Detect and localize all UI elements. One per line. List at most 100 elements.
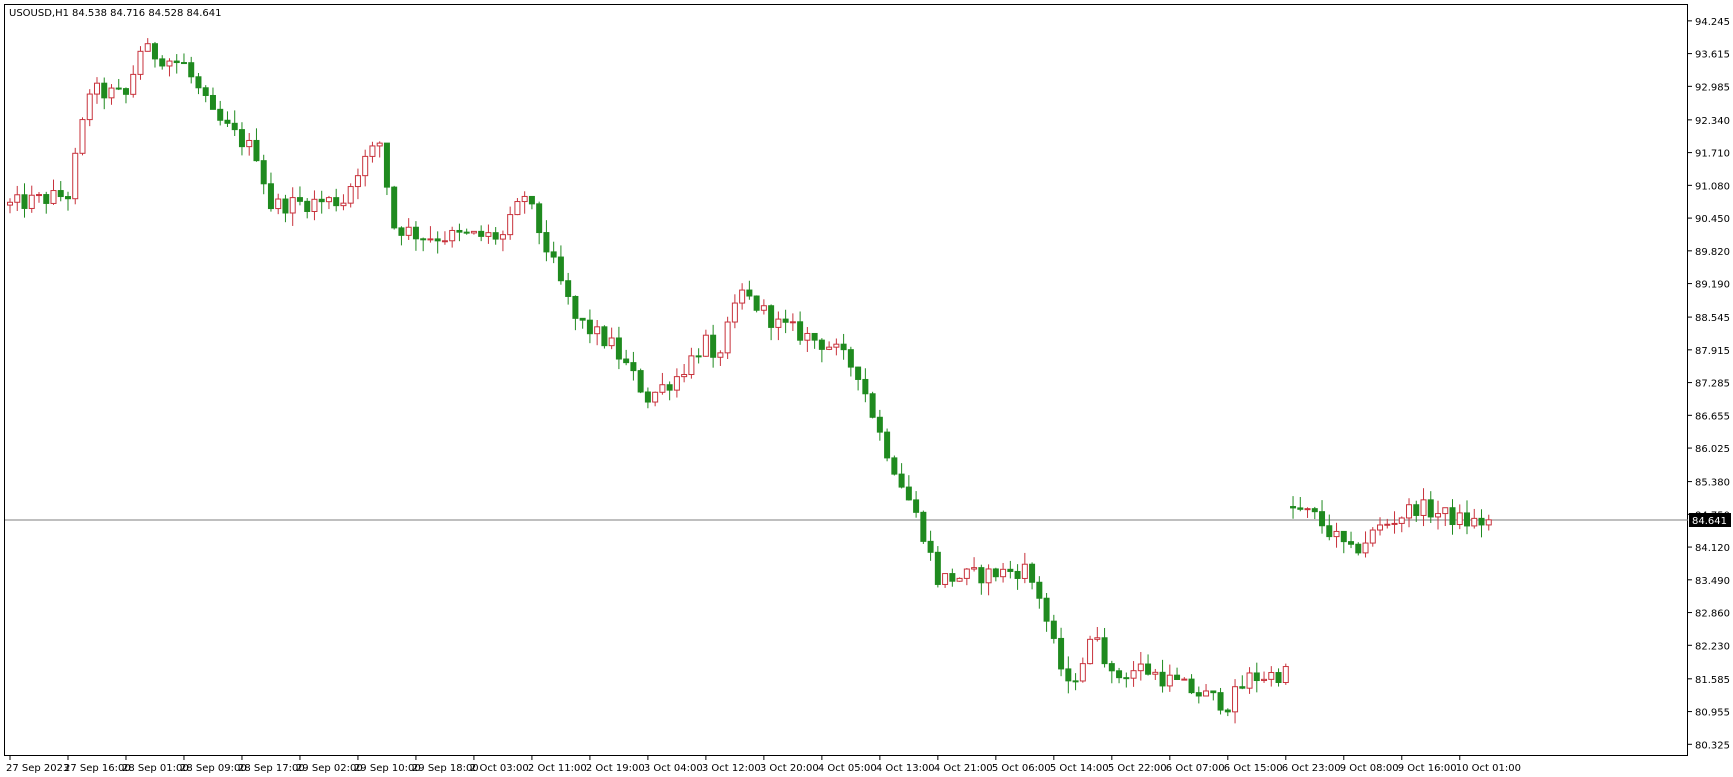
candle-body bbox=[478, 230, 485, 237]
candle-body bbox=[180, 62, 187, 65]
candle-body bbox=[1195, 692, 1202, 697]
candle-body bbox=[1058, 637, 1065, 670]
candle-body bbox=[782, 318, 789, 323]
candle-body bbox=[28, 194, 35, 209]
time-tick-label: 2 Oct 03:00 bbox=[470, 763, 529, 774]
candle-body bbox=[1021, 563, 1028, 579]
candle bbox=[869, 391, 876, 419]
candle-body bbox=[811, 332, 818, 341]
candle bbox=[1282, 663, 1289, 685]
candle-body bbox=[507, 214, 514, 236]
candle-body bbox=[202, 87, 209, 96]
time-tick-label: 4 Oct 13:00 bbox=[876, 763, 935, 774]
time-tick-label: 9 Oct 08:00 bbox=[1340, 763, 1399, 774]
candle-body bbox=[1188, 678, 1195, 694]
candle bbox=[934, 546, 941, 588]
candle-body bbox=[956, 577, 963, 582]
candle-body bbox=[159, 58, 166, 67]
candle bbox=[724, 316, 731, 359]
candle-body bbox=[79, 119, 86, 154]
candle-body bbox=[1087, 638, 1094, 665]
candle-body bbox=[695, 355, 702, 358]
candle-body bbox=[1050, 620, 1057, 639]
candle-body bbox=[405, 226, 412, 236]
time-tick-label: 5 Oct 06:00 bbox=[992, 763, 1051, 774]
price-tick-label: 80.955 bbox=[1695, 708, 1730, 719]
candle-body bbox=[333, 197, 340, 207]
candle-body bbox=[93, 82, 100, 95]
candle-body bbox=[840, 343, 847, 351]
candle-body bbox=[130, 73, 137, 95]
candle-body bbox=[702, 334, 709, 357]
price-tick-label: 86.025 bbox=[1695, 444, 1730, 455]
price-axis[interactable]: 94.245 93.615 92.985 92.340 91.710 91.080 90.4… bbox=[1688, 17, 1730, 751]
candle-body bbox=[1355, 543, 1362, 554]
price-tick-label: 85.380 bbox=[1695, 478, 1730, 489]
candle-body bbox=[217, 108, 224, 121]
candle-body bbox=[739, 289, 746, 304]
candle-body bbox=[731, 302, 738, 323]
candle-body bbox=[818, 339, 825, 350]
candle-body bbox=[209, 94, 216, 110]
price-tick-label: 88.545 bbox=[1695, 313, 1730, 324]
candle-body bbox=[43, 194, 50, 204]
candle-body bbox=[927, 540, 934, 553]
candle-body bbox=[1123, 677, 1130, 680]
candle-body bbox=[137, 50, 144, 75]
price-tick-label: 82.860 bbox=[1695, 609, 1730, 620]
price-tick-label: 91.710 bbox=[1695, 149, 1730, 160]
candle-body bbox=[869, 393, 876, 418]
candle-body bbox=[891, 457, 898, 475]
candle-body bbox=[463, 231, 470, 234]
time-tick-label: 27 Sep 2023 bbox=[6, 763, 69, 774]
candle-body bbox=[1217, 692, 1224, 711]
candle-body bbox=[594, 326, 601, 335]
candle-body bbox=[1036, 581, 1043, 599]
chart-symbol: USOUSD,H1 bbox=[9, 8, 69, 19]
candle-body bbox=[855, 366, 862, 380]
price-tick-label: 82.230 bbox=[1695, 641, 1730, 652]
candle-body bbox=[253, 139, 260, 162]
candle-body bbox=[717, 352, 724, 358]
candle-body bbox=[1282, 666, 1289, 684]
candle-body bbox=[1137, 663, 1144, 672]
candle-body bbox=[601, 326, 608, 347]
candle-body bbox=[354, 175, 361, 188]
candle-body bbox=[1101, 637, 1108, 665]
candle-body bbox=[166, 60, 173, 67]
time-tick-label: 4 Oct 05:00 bbox=[818, 763, 877, 774]
candle-body bbox=[1014, 570, 1021, 579]
candle bbox=[891, 455, 898, 476]
candle-body bbox=[267, 183, 274, 210]
candle-body bbox=[347, 186, 354, 204]
time-tick-label: 5 Oct 14:00 bbox=[1050, 763, 1109, 774]
candle-body bbox=[985, 568, 992, 584]
candle bbox=[753, 295, 760, 313]
candle-body bbox=[789, 321, 796, 324]
candle-body bbox=[1384, 523, 1391, 526]
candle-body bbox=[173, 60, 180, 64]
candle bbox=[956, 577, 963, 582]
candle bbox=[920, 510, 927, 544]
candle-body bbox=[536, 203, 543, 234]
price-tick-label: 80.325 bbox=[1695, 740, 1730, 751]
price-tick-label: 83.490 bbox=[1695, 576, 1730, 587]
candle-body bbox=[528, 195, 535, 205]
price-tick-label: 87.915 bbox=[1695, 346, 1730, 357]
candle-body bbox=[775, 318, 782, 328]
candle-body bbox=[57, 190, 64, 198]
time-axis[interactable]: 27 Sep 202327 Sep 16:0028 Sep 01:0028 Se… bbox=[6, 756, 1521, 774]
candle-body bbox=[1413, 504, 1420, 516]
candle-body bbox=[456, 229, 463, 233]
price-chart[interactable]: 94.245 93.615 92.985 92.340 91.710 91.080 90.4… bbox=[0, 0, 1733, 777]
candle-body bbox=[499, 234, 506, 240]
time-tick-label: 28 Sep 09:00 bbox=[180, 763, 247, 774]
candle-body bbox=[1348, 541, 1355, 545]
price-tick-label: 84.120 bbox=[1695, 543, 1730, 554]
candle-body bbox=[485, 232, 492, 237]
candle-body bbox=[942, 573, 949, 585]
candle-body bbox=[1311, 508, 1318, 513]
candle-body bbox=[1297, 507, 1304, 510]
candle bbox=[79, 117, 86, 156]
candle-body bbox=[144, 43, 151, 52]
